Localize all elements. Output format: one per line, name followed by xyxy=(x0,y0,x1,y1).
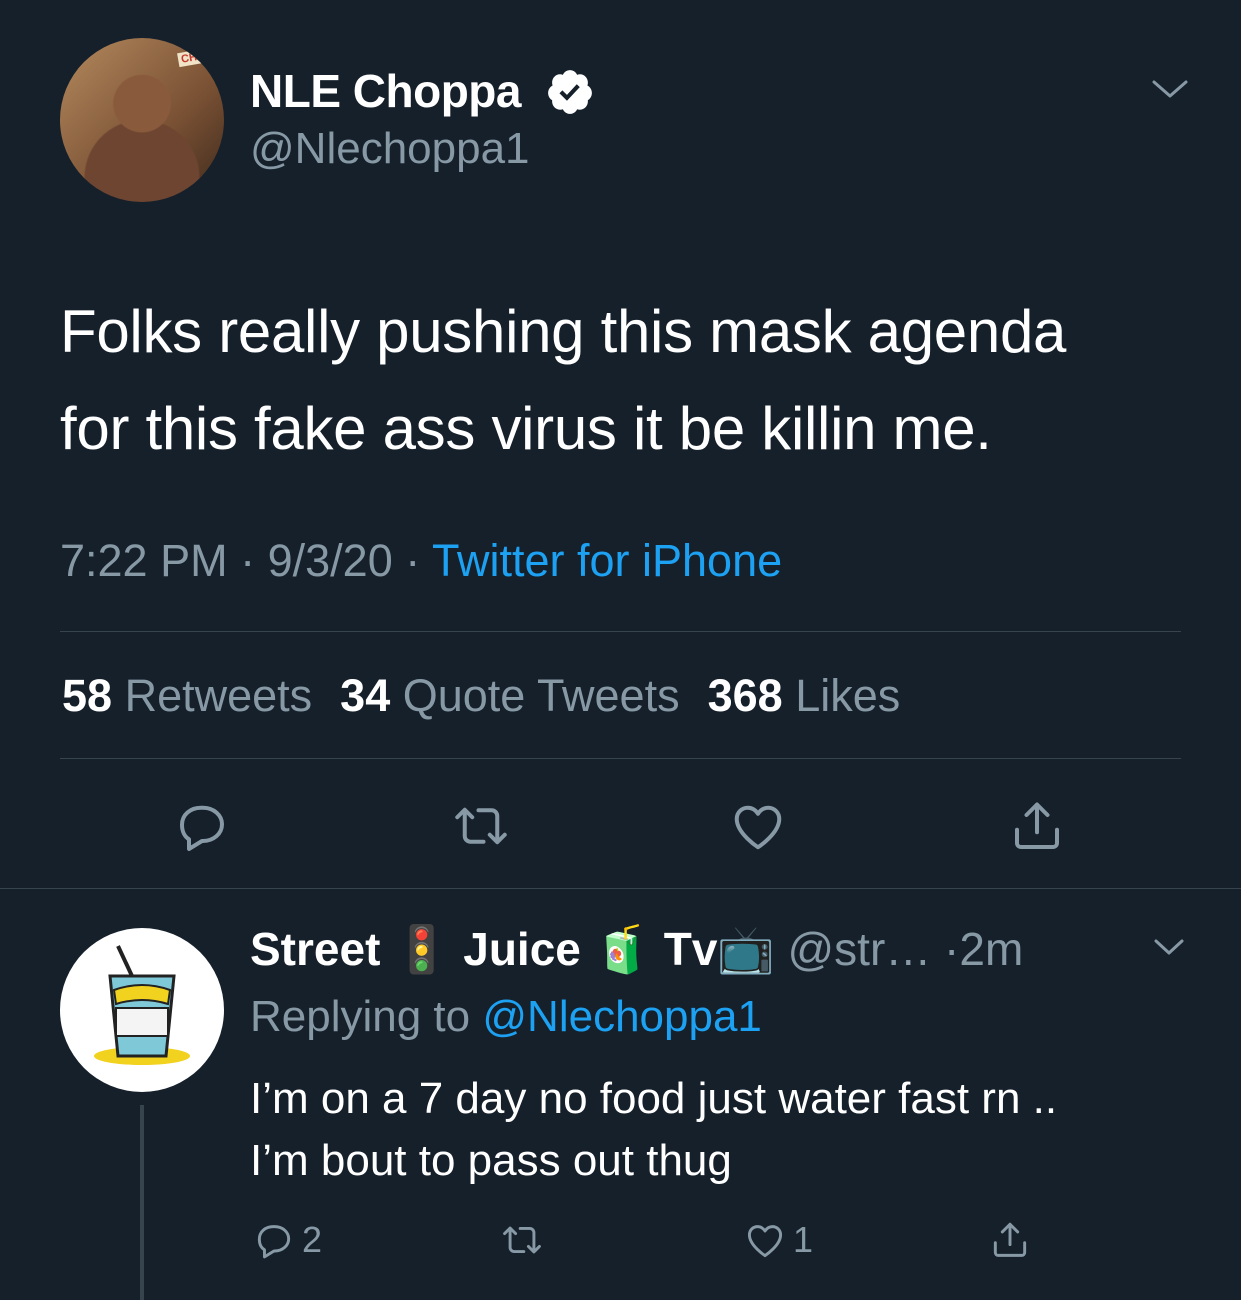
tv-emoji: 📺 xyxy=(717,923,775,975)
tweet-time[interactable]: 7:22 PM xyxy=(60,535,228,586)
name-part: Street xyxy=(250,923,381,975)
author-display-name[interactable]: NLE Choppa xyxy=(250,64,521,118)
separator-dot: · xyxy=(240,535,256,586)
chevron-down-icon[interactable] xyxy=(1150,74,1190,104)
like-action[interactable]: 1 xyxy=(743,1215,813,1265)
replying-to: Replying to @Nlechoppa1 xyxy=(250,992,762,1042)
likes-count: 368 xyxy=(707,670,783,721)
share-action[interactable] xyxy=(988,1215,1032,1265)
divider xyxy=(60,631,1181,632)
share-icon[interactable] xyxy=(1007,796,1067,856)
juice-box-emoji: 🧃 xyxy=(593,923,651,975)
reply-icon[interactable] xyxy=(172,796,232,856)
tweet-metadata: 7:22 PM · 9/3/20 · Twitter for iPhone xyxy=(60,535,782,587)
tweet-text-line: Folks really pushing this mask agenda xyxy=(60,298,1067,365)
reply-text-line: I’m bout to pass out thug xyxy=(250,1136,732,1185)
tweet-separator xyxy=(0,888,1241,889)
traffic-light-emoji: 🚦 xyxy=(393,923,451,975)
reply-time[interactable]: 2m xyxy=(959,923,1023,975)
retweet-icon[interactable] xyxy=(451,796,511,856)
likes-stat[interactable]: 368 Likes xyxy=(708,670,901,721)
retweet-icon xyxy=(503,1226,541,1254)
author-handle[interactable]: @Nlechoppa1 xyxy=(250,124,530,174)
reply-author-avatar[interactable] xyxy=(60,928,224,1092)
retweets-count: 58 xyxy=(62,670,113,721)
like-count: 1 xyxy=(793,1219,814,1260)
reply-text-line: I’m on a 7 day no food just water fast r… xyxy=(250,1074,1058,1123)
street-juice-logo xyxy=(94,945,190,1065)
tweet-date[interactable]: 9/3/20 xyxy=(268,535,393,586)
tweet-text: Folks really pushing this mask agenda fo… xyxy=(60,283,1200,477)
verified-badge-icon xyxy=(548,70,592,114)
name-part: Tv xyxy=(663,923,718,975)
retweets-stat[interactable]: 58 Retweets xyxy=(62,670,312,721)
reply-author-handle[interactable]: @str… xyxy=(787,923,931,975)
chevron-down-icon[interactable] xyxy=(1152,934,1186,960)
avatar-logo: CHOP xyxy=(177,46,217,68)
like-icon[interactable] xyxy=(728,796,788,856)
replying-to-label: Replying to xyxy=(250,992,471,1041)
quotes-label: Quote Tweets xyxy=(402,670,680,721)
quotes-count: 34 xyxy=(340,670,391,721)
tweet-text-line: for this fake ass virus it be killin me. xyxy=(60,395,992,462)
replying-to-mention[interactable]: @Nlechoppa1 xyxy=(482,992,762,1041)
reply-header: Street 🚦 Juice 🧃 Tv📺 @str… ·2m xyxy=(250,922,1023,977)
retweets-label: Retweets xyxy=(124,670,313,721)
reply-author-name[interactable]: Street 🚦 Juice 🧃 Tv📺 xyxy=(250,923,775,975)
name-part: Juice xyxy=(463,923,581,975)
thread-connector-line xyxy=(140,1105,144,1300)
quote-tweets-stat[interactable]: 34 Quote Tweets xyxy=(340,670,679,721)
author-avatar[interactable]: CHOP xyxy=(60,38,224,202)
like-icon xyxy=(747,1225,783,1258)
reply-count: 2 xyxy=(302,1219,323,1260)
tweet-stats: 58 Retweets 34 Quote Tweets 368 Likes xyxy=(62,670,900,722)
reply-text: I’m on a 7 day no food just water fast r… xyxy=(250,1068,1210,1192)
retweet-action[interactable] xyxy=(500,1215,544,1265)
likes-label: Likes xyxy=(795,670,901,721)
reply-action[interactable]: 2 xyxy=(252,1215,322,1265)
separator-dot: · xyxy=(405,535,421,586)
separator-dot: · xyxy=(944,923,960,975)
share-icon xyxy=(993,1222,1027,1257)
reply-icon xyxy=(257,1225,291,1259)
tweet-source-link[interactable]: Twitter for iPhone xyxy=(432,535,782,586)
divider xyxy=(60,758,1181,759)
